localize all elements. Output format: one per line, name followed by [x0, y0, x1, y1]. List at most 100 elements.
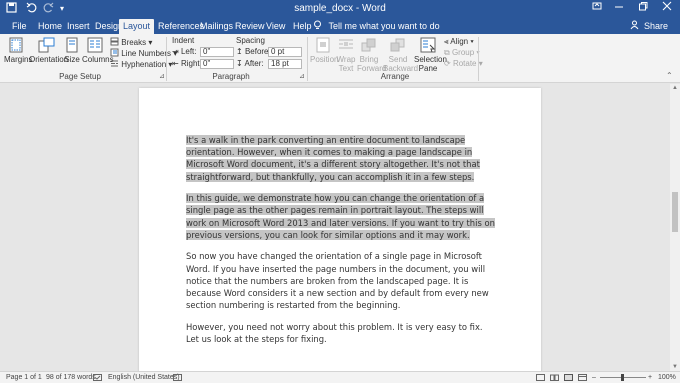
tab-file[interactable]: File	[8, 19, 31, 34]
group-button[interactable]: ⧉ Group ▾	[444, 48, 480, 58]
read-mode-icon[interactable]	[550, 374, 559, 383]
selected-text: It's a walk in the park converting an en…	[186, 135, 480, 182]
size-label: Size	[64, 55, 80, 64]
breaks-label: Breaks	[121, 38, 147, 47]
paragraph-3[interactable]: So now you have changed the orientation …	[186, 250, 496, 311]
ribbon-display-options-icon[interactable]	[588, 1, 606, 16]
breaks-icon	[110, 37, 119, 46]
print-layout-icon[interactable]	[564, 374, 573, 383]
page-setup-group-label: Page Setup	[59, 72, 101, 81]
tab-insert[interactable]: Insert	[63, 19, 94, 34]
tab-layout[interactable]: Layout	[119, 19, 155, 34]
window-title: sample_docx - Word	[294, 3, 386, 14]
selection-pane-button[interactable]: Selection Pane	[414, 37, 447, 73]
proofing-icon[interactable]	[93, 374, 102, 383]
title-bar: ▾ sample_docx - Word	[0, 0, 680, 17]
zoom-in-button[interactable]: +	[648, 372, 652, 383]
tell-me-text: Tell me what you want to do	[328, 21, 440, 31]
paragraph-4[interactable]: However, you need not worry about this p…	[186, 321, 496, 345]
size-button[interactable]: Size	[63, 37, 81, 64]
vertical-scrollbar[interactable]: ▲ ▼	[670, 84, 680, 371]
zoom-slider-thumb[interactable]	[621, 374, 624, 381]
wrap-text-icon	[339, 39, 353, 49]
spacing-before-label: ↥ Before:	[236, 47, 271, 56]
spacing-after-label: ↧ After:	[236, 59, 264, 68]
orientation-icon	[38, 37, 55, 53]
indent-left-input[interactable]: 0"	[200, 47, 234, 57]
tab-help[interactable]: Help	[289, 19, 316, 34]
spacing-before-icon: ↥	[236, 47, 243, 56]
focus-icon[interactable]	[536, 374, 545, 383]
hyphenation-label: Hyphenation	[121, 60, 167, 69]
close-icon[interactable]	[658, 1, 676, 16]
spacing-heading: Spacing	[236, 36, 265, 45]
selection-pane-icon	[420, 37, 436, 53]
orientation-button[interactable]: Orientation	[29, 37, 68, 64]
tab-home[interactable]: Home	[34, 19, 66, 34]
page-setup-launcher-icon[interactable]: ⊿	[159, 72, 165, 82]
minimize-icon[interactable]	[610, 1, 628, 16]
share-button[interactable]: Share	[630, 19, 668, 34]
status-bar: Page 1 of 1 98 of 178 words English (Uni…	[0, 371, 680, 383]
indent-right-icon: ⇤	[172, 59, 179, 68]
paragraph-launcher-icon[interactable]: ⊿	[299, 72, 305, 82]
margins-button[interactable]: Margins	[4, 37, 32, 64]
indent-left-label: ⇥ Left:	[172, 47, 197, 56]
spacing-after-icon: ↧	[236, 59, 243, 68]
align-button[interactable]: ⫷ Align ▾	[444, 37, 474, 47]
lightbulb-icon	[313, 20, 325, 31]
separator	[166, 37, 167, 81]
selected-text: In this guide, we demonstrate how you ca…	[186, 193, 495, 240]
ribbon: Margins Orientation Size Columns Breaks …	[0, 34, 680, 83]
position-label: Position	[310, 55, 339, 64]
ribbon-tab-bar: File Home Insert Design Layout Reference…	[0, 17, 680, 34]
indent-heading: Indent	[172, 36, 195, 45]
indent-right-input[interactable]: 0"	[200, 59, 234, 69]
tell-me-box[interactable]: Tell me what you want to do	[313, 19, 440, 34]
rotate-icon: ⟳	[444, 59, 451, 68]
tab-view[interactable]: View	[262, 19, 289, 34]
scroll-down-icon[interactable]: ▼	[672, 364, 678, 370]
breaks-button[interactable]: Breaks ▾	[110, 37, 152, 48]
align-icon: ⫷	[444, 37, 449, 46]
scroll-up-icon[interactable]: ▲	[672, 85, 678, 91]
zoom-level[interactable]: 100%	[658, 372, 676, 383]
zoom-out-button[interactable]: –	[592, 372, 596, 383]
rotate-button[interactable]: ⟳ Rotate ▾	[444, 59, 483, 69]
person-icon	[630, 20, 642, 31]
margins-icon	[9, 37, 23, 53]
columns-button[interactable]: Columns	[82, 37, 114, 64]
hyphenation-icon	[111, 60, 118, 67]
line-numbers-button[interactable]: Line Numbers ▾	[110, 48, 177, 59]
wrap-text-button[interactable]: Wrap Text	[336, 37, 356, 73]
separator	[478, 37, 479, 81]
share-label: Share	[643, 21, 668, 31]
position-button[interactable]: Position	[310, 37, 339, 64]
size-icon	[66, 37, 78, 53]
bring-forward-button[interactable]: Bring Forward	[357, 37, 386, 73]
accessibility-icon[interactable]	[173, 374, 182, 383]
page-count[interactable]: Page 1 of 1	[6, 372, 42, 383]
line-numbers-icon	[110, 48, 119, 57]
group-icon: ⧉	[444, 48, 450, 57]
columns-label: Columns	[82, 55, 114, 64]
word-window: ▾ sample_docx - Word File Home Insert De…	[0, 0, 680, 383]
spacing-before-input[interactable]: 0 pt	[268, 47, 302, 57]
restore-icon[interactable]	[634, 1, 652, 16]
web-layout-icon[interactable]	[578, 374, 587, 383]
paragraph-2[interactable]: In this guide, we demonstrate how you ca…	[186, 192, 496, 241]
paragraph-group-label: Paragraph	[212, 72, 250, 81]
indent-right-label: ⇤ Right:	[172, 59, 202, 68]
send-backward-button[interactable]: Send Backward	[383, 37, 418, 73]
spacing-after-input[interactable]: 18 pt	[268, 59, 302, 69]
document-body[interactable]: It's a walk in the park converting an en…	[186, 134, 496, 355]
word-count[interactable]: 98 of 178 words	[46, 372, 96, 383]
send-backward-icon	[390, 38, 405, 52]
scrollbar-thumb[interactable]	[672, 192, 678, 232]
collapse-ribbon-icon[interactable]: ⌃	[666, 71, 673, 81]
paragraph-1[interactable]: It's a walk in the park converting an en…	[186, 134, 496, 183]
bring-forward-icon	[361, 38, 376, 52]
hyphenation-button[interactable]: Hyphenation ▾	[110, 59, 172, 70]
language[interactable]: English (United States)	[108, 372, 180, 383]
line-numbers-label: Line Numbers	[121, 49, 172, 58]
